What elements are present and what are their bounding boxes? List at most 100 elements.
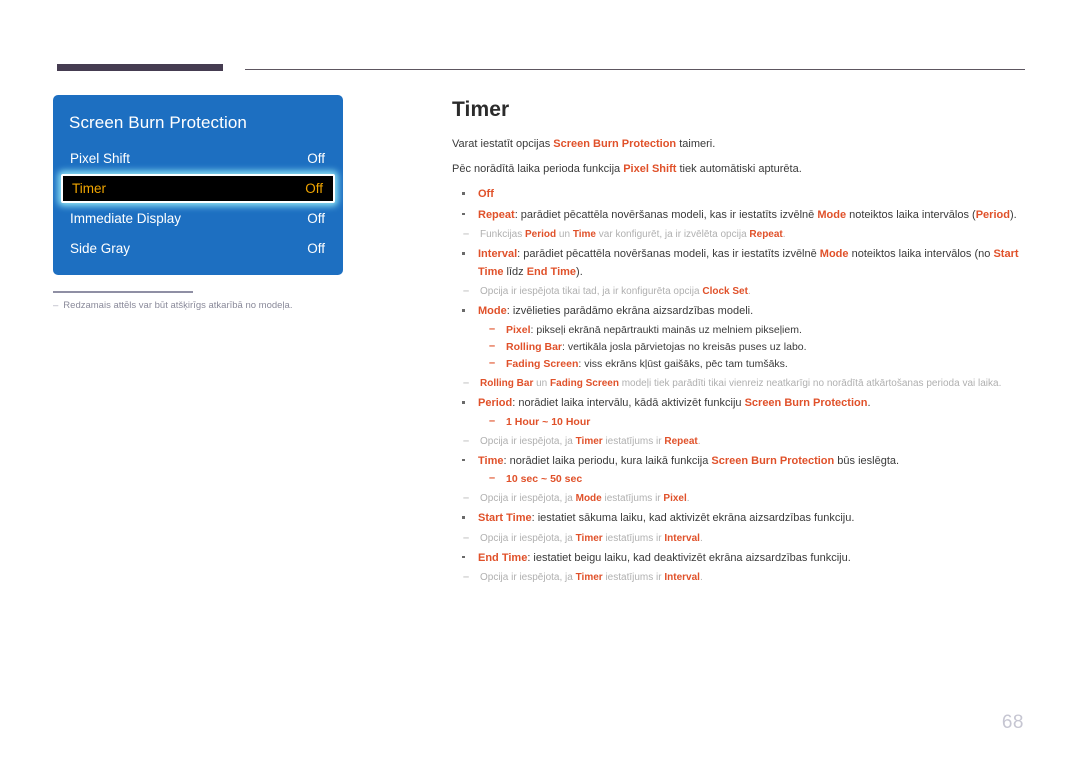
option-label-start-time: Start Time bbox=[478, 512, 532, 525]
note-repeat: – Funkcijas Period un Time var konfigurēt… bbox=[452, 227, 1030, 242]
dash-marker-icon: – bbox=[463, 571, 470, 584]
option-label-repeat: Repeat bbox=[478, 208, 515, 221]
bullet-icon bbox=[462, 252, 465, 255]
note-period-c: . bbox=[697, 435, 701, 447]
dash-marker-icon: – bbox=[463, 492, 470, 505]
figure-note-divider bbox=[53, 291, 193, 293]
interval-text-b: noteiktos laika intervālos (no bbox=[848, 248, 994, 261]
figure-note-text: Redzamais attēls var būt atšķirīgs atkar… bbox=[63, 300, 293, 311]
header-rules bbox=[57, 64, 1025, 74]
interval-term-mode: Mode bbox=[819, 248, 849, 261]
osd-menu-title: Screen Burn Protection bbox=[69, 113, 247, 132]
sub-text-fading-screen: : viss ekrāns kļūst gaišāks, pēc tam tum… bbox=[578, 358, 788, 371]
note-clock-term: Clock Set bbox=[702, 286, 748, 298]
dash-marker-icon: – bbox=[463, 377, 470, 390]
sublist-item-rolling-bar: – Rolling Bar: vertikāla josla pārvietoja… bbox=[478, 339, 1030, 356]
bullet-icon bbox=[462, 309, 465, 312]
period-sublist: –1 Hour ~ 10 Hour bbox=[478, 414, 1030, 431]
intro1-text-a: Varat iestatīt opcijas bbox=[452, 138, 554, 150]
time-text-a: : norādiet laika periodu, kura laikā fun… bbox=[503, 454, 712, 467]
repeat-text-b: noteiktos laika intervālos ( bbox=[846, 208, 976, 221]
options-list: Off Repeat: parādiet pēcattēla novēršana… bbox=[452, 186, 1030, 585]
sub-label-pixel: Pixel bbox=[506, 324, 531, 337]
note-start-b: iestatījums ir bbox=[602, 532, 665, 544]
osd-row-timer[interactable]: Timer Off bbox=[61, 174, 335, 203]
note-repeat-time: Time bbox=[572, 229, 596, 241]
time-sublist: –10 sec ~ 50 sec bbox=[478, 471, 1030, 488]
sublist-item-period-range: –1 Hour ~ 10 Hour bbox=[478, 414, 1030, 431]
repeat-text-c: ). bbox=[1009, 208, 1017, 221]
note-mode-b: un bbox=[533, 378, 551, 390]
osd-row-pixel-shift[interactable]: Pixel Shift Off bbox=[53, 144, 343, 173]
page-number: 68 bbox=[1001, 712, 1024, 733]
time-text-b: būs ieslēgta. bbox=[834, 454, 900, 467]
osd-row-label: Side Gray bbox=[70, 241, 131, 256]
osd-figure-column: Screen Burn Protection Pixel Shift Off T… bbox=[53, 95, 345, 313]
mode-text: : izvēlieties parādāmo ekrāna aizsardzīb… bbox=[506, 305, 754, 318]
note-period-timer: Timer bbox=[575, 435, 603, 447]
note-time-c: . bbox=[686, 493, 690, 505]
list-item-interval: Interval: parādiet pēcattēla novēršanas … bbox=[452, 246, 1030, 281]
period-term-sbp: Screen Burn Protection bbox=[744, 397, 868, 410]
dash-marker-icon: – bbox=[463, 531, 470, 544]
note-period-a: Opcija ir iespējota, ja bbox=[480, 435, 576, 447]
end-time-text: : iestatiet beigu laiku, kad deaktivizēt… bbox=[527, 551, 851, 564]
note-period: – Opcija ir iespējota, ja Timer iestatīju… bbox=[452, 434, 1030, 449]
dash-marker-icon: – bbox=[489, 340, 496, 353]
list-item-period: Period: norādiet laika intervālu, kādā a… bbox=[452, 395, 1030, 431]
note-start-timer: Timer bbox=[575, 532, 603, 544]
header-rule-thick bbox=[57, 64, 223, 71]
interval-text-c: līdz bbox=[503, 265, 527, 278]
osd-row-value: Off bbox=[307, 241, 325, 256]
note-repeat-period: Period bbox=[525, 229, 557, 241]
dash-marker-icon: – bbox=[463, 434, 470, 447]
note-period-b: iestatījums ir bbox=[602, 435, 665, 447]
start-time-text: : iestatiet sākuma laiku, kad aktivizēt … bbox=[531, 512, 855, 525]
osd-menu-panel: Screen Burn Protection Pixel Shift Off T… bbox=[53, 95, 343, 275]
note-repeat-c: var konfigurēt, ja ir izvēlēta opcija bbox=[596, 229, 750, 241]
list-item-end-time: End Time: iestatiet beigu laiku, kad dea… bbox=[452, 550, 1030, 568]
osd-row-value: Off bbox=[307, 151, 325, 166]
osd-row-immediate-display[interactable]: Immediate Display Off bbox=[53, 204, 343, 233]
osd-menu-list: Pixel Shift Off Timer Off Immediate Disp… bbox=[53, 144, 343, 263]
intro1-term: Screen Burn Protection bbox=[553, 138, 677, 150]
intro-paragraph-1: Varat iestatīt opcijas Screen Burn Prote… bbox=[452, 136, 1030, 153]
note-clock-c: . bbox=[747, 286, 751, 298]
time-range-value: 10 sec ~ 50 sec bbox=[506, 473, 583, 486]
interval-text-a: : parādiet pēcattēla novēršanas modeli, … bbox=[517, 248, 820, 261]
sub-label-fading-screen: Fading Screen bbox=[506, 358, 579, 371]
osd-row-label: Immediate Display bbox=[70, 211, 182, 226]
dash-marker-icon: – bbox=[489, 414, 496, 427]
note-repeat-a: Funkcijas bbox=[480, 229, 526, 241]
note-time-a: Opcija ir iespējota, ja bbox=[480, 493, 576, 505]
note-period-repeat: Repeat bbox=[664, 435, 698, 447]
list-item-mode: Mode: izvēlieties parādāmo ekrāna aizsar… bbox=[452, 303, 1030, 373]
sub-label-rolling-bar: Rolling Bar bbox=[506, 341, 563, 354]
dash-marker-icon: – bbox=[463, 285, 470, 298]
sub-text-rolling-bar: : vertikāla josla pārvietojas no kreisās… bbox=[562, 341, 807, 354]
note-end-timer: Timer bbox=[575, 572, 603, 584]
sub-text-pixel: : pikseļi ekrānā nepārtraukti mainās uz … bbox=[530, 324, 802, 337]
intro2-term: Pixel Shift bbox=[623, 163, 677, 176]
osd-row-side-gray[interactable]: Side Gray Off bbox=[53, 234, 343, 263]
interval-text-d: ). bbox=[576, 265, 583, 278]
dash-marker-icon: – bbox=[489, 323, 496, 336]
note-end-b: iestatījums ir bbox=[602, 572, 665, 584]
interval-term-end-time: End Time bbox=[526, 265, 577, 278]
note-repeat-e: . bbox=[782, 229, 786, 241]
intro1-text-c: taimeri. bbox=[676, 138, 716, 150]
list-item-time: Time: norādiet laika periodu, kura laikā… bbox=[452, 453, 1030, 489]
note-time-pixel: Pixel bbox=[663, 493, 687, 505]
intro2-text-a: Pēc norādītā laika perioda funkcija bbox=[452, 163, 624, 176]
repeat-term-period: Period bbox=[975, 208, 1010, 221]
note-repeat-d: Repeat bbox=[749, 229, 783, 241]
note-time-b: iestatījums ir bbox=[601, 493, 664, 505]
note-end-interval: Interval bbox=[664, 572, 700, 584]
mode-sublist: – Pixel: pikseļi ekrānā nepārtraukti main… bbox=[478, 322, 1030, 373]
repeat-text-a: : parādiet pēcattēla novēršanas modeli, … bbox=[514, 208, 818, 221]
main-content: Timer Varat iestatīt opcijas Screen Burn… bbox=[452, 98, 1030, 589]
bullet-icon bbox=[462, 516, 465, 519]
note-clock-a: Opcija ir iespējota tikai tad, ja ir kon… bbox=[480, 286, 703, 298]
note-mode-d: modeļi tiek parādīti tikai vienreiz neat… bbox=[618, 378, 1002, 390]
option-label-mode: Mode bbox=[478, 305, 507, 318]
